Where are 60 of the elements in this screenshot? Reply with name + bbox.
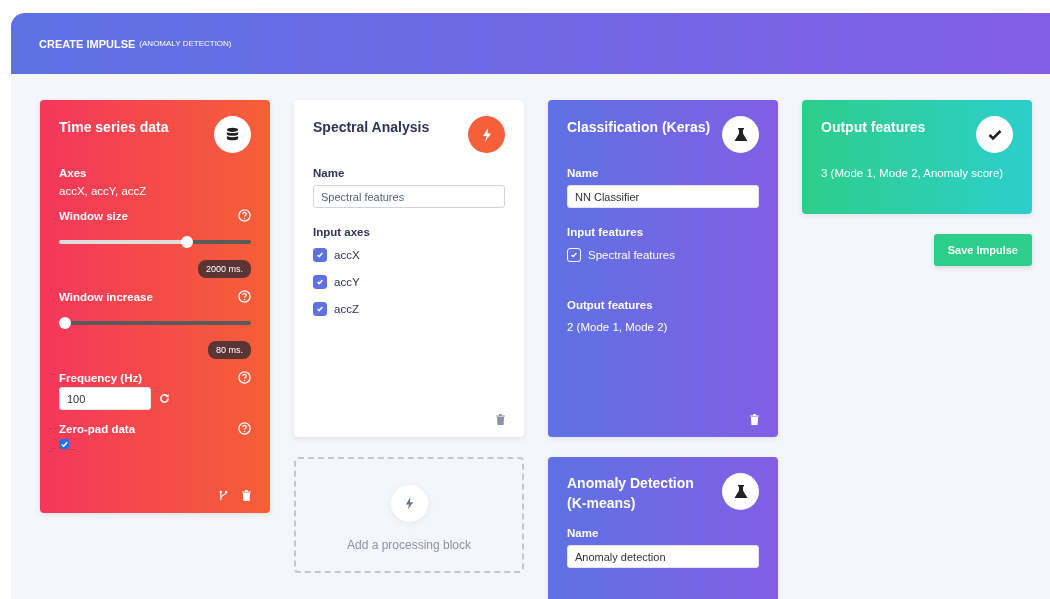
- refresh-icon[interactable]: [159, 393, 170, 404]
- field-label: Name: [313, 167, 346, 179]
- checkbox[interactable]: [313, 248, 327, 262]
- field-label: Input features: [567, 226, 645, 238]
- checkbox[interactable]: [313, 275, 327, 289]
- value-badge: 80 ms.: [208, 341, 251, 359]
- field-label: Window increase: [59, 290, 153, 303]
- card-title: Spectral Analysis: [313, 119, 430, 135]
- help-icon[interactable]: [238, 209, 251, 222]
- axes-value: accX, accY, accZ: [59, 185, 148, 197]
- card-title: Anomaly Detection (K-means): [567, 474, 695, 513]
- field-label: Name: [567, 167, 600, 179]
- value-badge: 2000 ms.: [197, 260, 251, 278]
- name-field[interactable]: Anomaly detection: [567, 545, 759, 568]
- database-icon: [214, 116, 251, 153]
- output-value: 3 (Mode 1, Mode 2, Anomaly score): [821, 167, 1005, 179]
- frequency-field[interactable]: 100: [59, 387, 151, 410]
- page-title: CREATE IMPULSE: [39, 37, 136, 50]
- slider-thumb[interactable]: [181, 236, 194, 248]
- field-label: Window size: [59, 209, 128, 222]
- card-title: Output features: [821, 119, 926, 135]
- checkmark-icon: [316, 305, 324, 313]
- name-field[interactable]: NN Classifier: [567, 185, 759, 208]
- checkmark-icon: [59, 439, 69, 449]
- card-title: Time series data: [59, 119, 169, 135]
- flask-icon: [722, 473, 759, 510]
- check-icon: [976, 116, 1013, 153]
- output-value: 2 (Mode 1, Mode 2): [567, 321, 669, 333]
- flask-icon: [722, 116, 759, 153]
- lightning-icon: [390, 484, 428, 522]
- name-field[interactable]: Spectral features: [313, 185, 505, 208]
- help-icon[interactable]: [238, 422, 251, 435]
- field-label: Name: [567, 527, 600, 539]
- field-label: Output features: [567, 299, 654, 311]
- card-title: Classification (Keras): [567, 119, 711, 135]
- trash-icon[interactable]: [496, 414, 505, 425]
- help-icon[interactable]: [238, 371, 251, 384]
- checkmark-icon: [316, 278, 324, 286]
- field-label: Input axes: [313, 226, 371, 238]
- field-label: Frequency (Hz): [59, 371, 143, 384]
- field-label: Axes: [59, 167, 88, 179]
- checkbox-label: accY: [334, 276, 360, 288]
- slider-thumb[interactable]: [59, 317, 71, 329]
- checkmark-icon: [316, 251, 324, 259]
- slider[interactable]: [59, 317, 251, 329]
- help-icon[interactable]: [238, 290, 251, 303]
- field-label: Zero-pad data: [59, 422, 136, 435]
- checkbox[interactable]: [313, 302, 327, 316]
- checkmark-icon: [570, 251, 578, 259]
- checkbox-label: Spectral features: [588, 249, 675, 261]
- trash-icon[interactable]: [242, 490, 251, 501]
- checkbox[interactable]: [59, 439, 69, 449]
- checkbox-label: accZ: [334, 303, 359, 315]
- lightning-icon: [468, 116, 505, 153]
- add-block-label: Add a processing block: [346, 537, 472, 552]
- slider[interactable]: [59, 236, 251, 248]
- checkbox-label: accX: [334, 249, 360, 261]
- branch-icon[interactable]: [219, 490, 228, 501]
- page-subtitle: (ANOMALY DETECTION): [139, 39, 232, 48]
- trash-icon[interactable]: [750, 414, 759, 425]
